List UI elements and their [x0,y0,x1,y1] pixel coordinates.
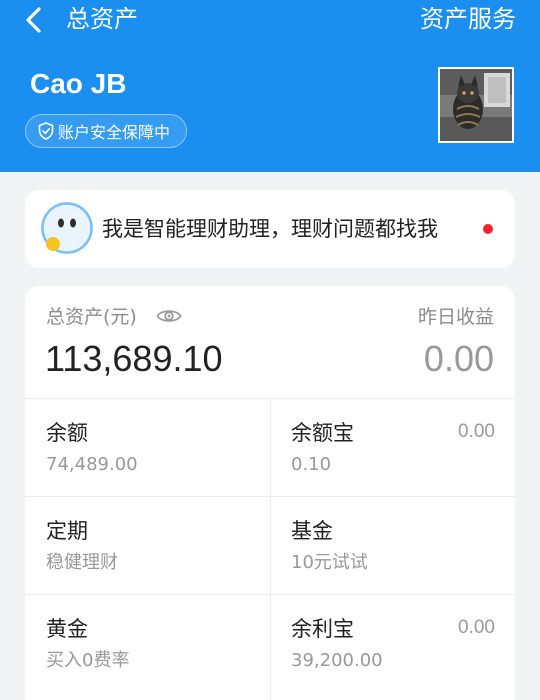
shield-icon [38,122,54,140]
page-title: 总资产 [66,5,138,33]
asset-amount: 74,489.00 [46,454,138,475]
asset-earnings: 0.00 [458,421,495,442]
eye-icon[interactable] [156,306,182,326]
asset-amount: 0.10 [291,454,332,475]
user-name: Cao JB [30,68,127,99]
back-arrow-icon[interactable] [22,6,46,34]
asset-cell-gold[interactable]: 黄金 买入0费率 [25,595,270,693]
asset-name: 黄金 [46,617,88,641]
asset-description: 买入0费率 [46,650,130,671]
assistant-bot-icon [41,202,93,254]
yesterday-earnings-value: 0.00 [423,338,494,379]
asset-name: 余额宝 [291,421,354,445]
total-assets-value: 113,689.10 [45,338,223,379]
asset-cell-yulibao[interactable]: 余利宝 39,200.00 0.00 [270,595,515,693]
asset-name: 基金 [291,519,333,543]
asset-name: 定期 [46,519,88,543]
asset-name: 余额 [46,421,88,445]
asset-description: 10元试试 [291,552,368,573]
security-badge-label: 账户安全保障中 [58,123,171,142]
asset-name: 余利宝 [291,617,354,641]
header-banner: 总资产 资产服务 Cao JB 账户安全保障中 [0,0,540,172]
avatar-photo [440,69,512,141]
notification-dot [483,224,493,234]
assets-card: 总资产(元) 113,689.10 昨日收益 0.00 余额 74,489.00… [25,286,515,700]
asset-cell-fund[interactable]: 基金 10元试试 [270,497,515,595]
assistant-message: 我是智能理财助理，理财问题都找我 [102,217,438,241]
asset-earnings: 0.00 [458,617,495,638]
total-assets-label: 总资产(元) [46,306,137,328]
assistant-card[interactable]: 我是智能理财助理，理财问题都找我 [25,190,515,268]
asset-description: 稳健理财 [46,552,118,573]
security-badge[interactable]: 账户安全保障中 [25,114,188,148]
asset-amount: 39,200.00 [291,650,383,671]
asset-cell-yuebao[interactable]: 余额宝 0.10 0.00 [270,399,515,497]
avatar[interactable] [438,67,514,143]
top-bar: 总资产 资产服务 [0,0,540,40]
yesterday-earnings-label: 昨日收益 [417,306,494,328]
asset-cell-fixed-term[interactable]: 定期 稳健理财 [25,497,270,595]
asset-cell-balance[interactable]: 余额 74,489.00 [25,399,270,497]
asset-service-link[interactable]: 资产服务 [420,4,516,34]
